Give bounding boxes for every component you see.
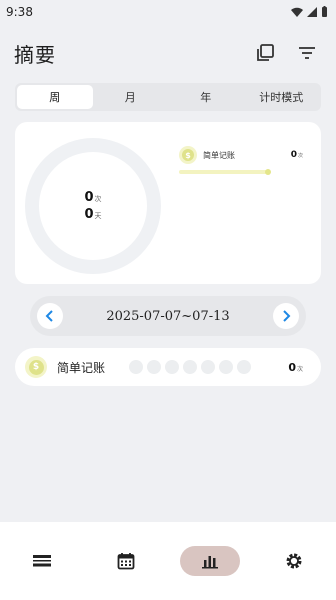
bottom-navigation	[0, 522, 336, 600]
previous-week-button[interactable]	[37, 303, 63, 329]
battery-icon	[322, 6, 327, 17]
chevron-left-icon	[45, 310, 53, 322]
nav-chart[interactable]	[180, 546, 240, 576]
coin-icon: $	[25, 356, 47, 378]
nav-list[interactable]	[12, 546, 72, 576]
habit-label: 简单记账	[57, 360, 106, 375]
days-total: 0 天	[84, 207, 101, 222]
tab-year[interactable]: 年	[168, 85, 244, 109]
coin-icon: $	[179, 146, 197, 164]
day-dot	[201, 360, 215, 374]
day-dot	[237, 360, 251, 374]
chart-icon	[202, 556, 218, 569]
tab-week[interactable]: 周	[17, 85, 93, 109]
days-value: 0	[84, 207, 94, 222]
nav-calendar[interactable]	[96, 546, 156, 576]
chevron-right-icon	[283, 310, 291, 322]
settings-icon	[286, 553, 302, 569]
habit-value: 0次	[288, 360, 303, 374]
count-unit: 次	[94, 195, 102, 203]
legend-item[interactable]: $ 简单记账 0次	[179, 146, 303, 164]
day-dot	[219, 360, 233, 374]
copy-button[interactable]	[250, 38, 280, 68]
week-day-dots	[129, 360, 288, 374]
count-total: 0 次	[84, 190, 101, 205]
page-title: 摘要	[14, 42, 56, 67]
wifi-icon	[291, 7, 303, 17]
date-range-text: 2025-07-07~07-13	[106, 308, 230, 324]
day-dot	[183, 360, 197, 374]
copy-icon	[257, 44, 274, 61]
days-unit: 天	[94, 212, 102, 220]
calendar-icon	[117, 553, 135, 570]
period-tabs: 周 月 年 计时模式	[15, 83, 321, 111]
day-dot	[129, 360, 143, 374]
summary-card: 0 次 0 天 $ 简单记账 0次	[15, 122, 321, 284]
app-header: 摘要	[0, 36, 336, 70]
nav-settings[interactable]	[264, 546, 324, 576]
count-value: 0	[84, 190, 94, 205]
donut-chart: 0 次 0 天	[23, 136, 163, 276]
legend-value: 0次	[290, 150, 303, 160]
status-bar: 9:38	[0, 0, 336, 24]
legend-progress-bar	[179, 169, 271, 175]
filter-button[interactable]	[292, 38, 322, 68]
legend-label: 简单记账	[203, 150, 235, 160]
day-dot	[165, 360, 179, 374]
tab-timer-mode[interactable]: 计时模式	[244, 85, 320, 109]
tab-month[interactable]: 月	[93, 85, 169, 109]
chart-legend: $ 简单记账 0次	[179, 146, 303, 175]
status-icons	[291, 6, 328, 18]
date-range-selector: 2025-07-07~07-13	[30, 296, 306, 336]
filter-icon	[299, 47, 315, 59]
habit-row[interactable]: $ 简单记账 0次	[15, 348, 321, 386]
list-icon	[33, 555, 51, 567]
donut-center: 0 次 0 天	[23, 136, 163, 276]
day-dot	[147, 360, 161, 374]
status-time: 9:38	[6, 5, 33, 19]
signal-icon	[307, 7, 317, 17]
next-week-button[interactable]	[272, 303, 299, 329]
